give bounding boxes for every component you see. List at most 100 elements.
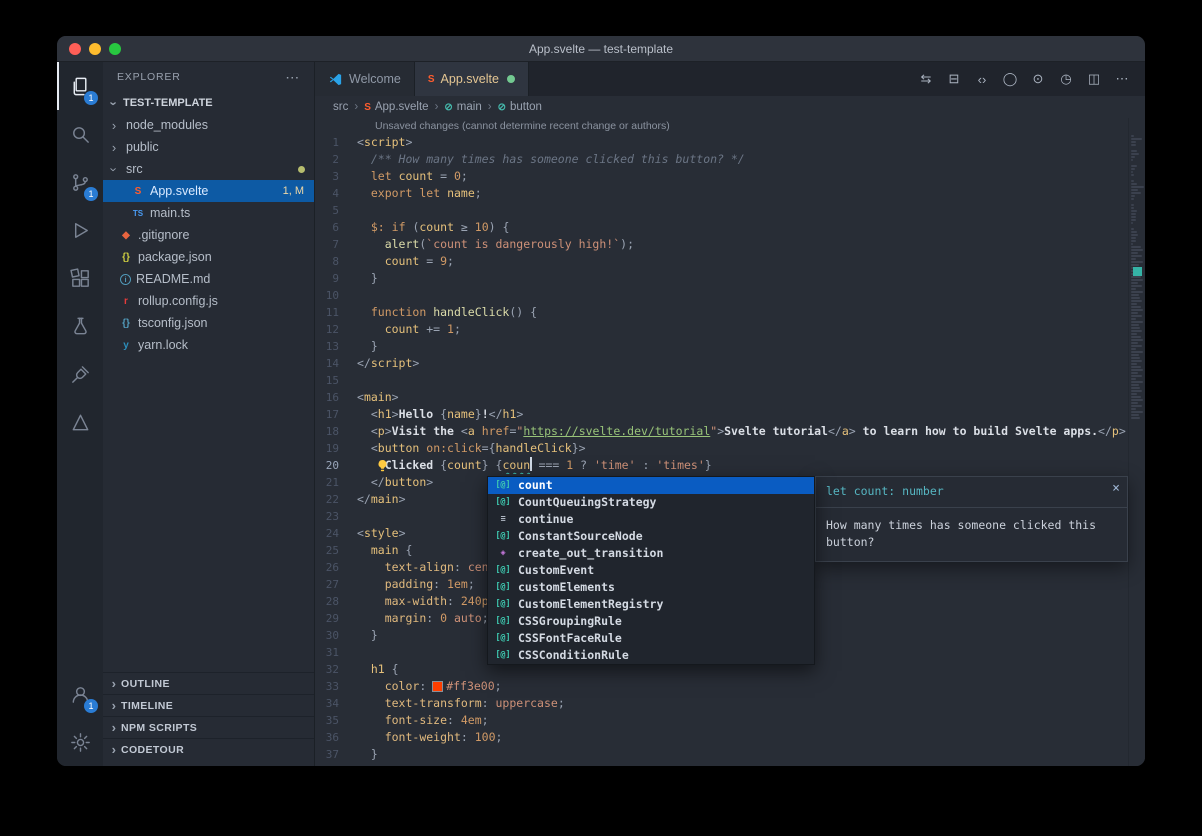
workspace-section-header[interactable]: › TEST-TEMPLATE — [103, 92, 314, 114]
editor-action-split-editor-icon[interactable]: ◫ — [1081, 71, 1107, 87]
tree-file-package-json[interactable]: {}package.json — [103, 246, 314, 268]
line-number[interactable]: 33 — [315, 678, 357, 695]
line-number[interactable]: 20 — [315, 457, 357, 474]
breadcrumb-button[interactable]: ⊘button — [498, 101, 542, 113]
code-line-11[interactable]: 11 function handleClick() { — [315, 304, 1145, 321]
suggestion-constantsourcenode[interactable]: [@]ConstantSourceNode — [488, 528, 814, 545]
code-line-5[interactable]: 5 — [315, 202, 1145, 219]
line-number[interactable]: 7 — [315, 236, 357, 253]
titlebar[interactable]: App.svelte — test-template — [57, 36, 1145, 62]
code-line-34[interactable]: 34 text-transform: uppercase; — [315, 695, 1145, 712]
line-number[interactable]: 3 — [315, 168, 357, 185]
activity-extensions-icon[interactable] — [57, 254, 103, 302]
editor-action-history-icon[interactable]: ◷ — [1053, 71, 1079, 87]
suggestion-customelementregistry[interactable]: [@]CustomElementRegistry — [488, 596, 814, 613]
code-line-1[interactable]: 1<script> — [315, 134, 1145, 151]
code-line-17[interactable]: 17 <h1>Hello {name}!</h1> — [315, 406, 1145, 423]
line-number[interactable]: 26 — [315, 559, 357, 576]
lightbulb-icon[interactable] — [377, 459, 388, 474]
line-number[interactable]: 23 — [315, 508, 357, 525]
code-line-35[interactable]: 35 font-size: 4em; — [315, 712, 1145, 729]
editor-action-code-brackets-icon[interactable]: ‹› — [969, 72, 995, 87]
code-line-16[interactable]: 16<main> — [315, 389, 1145, 406]
code-line-14[interactable]: 14</script> — [315, 355, 1145, 372]
breadcrumb-main[interactable]: ⊘main — [444, 101, 481, 113]
activity-settings-icon[interactable] — [57, 718, 103, 766]
line-number[interactable]: 21 — [315, 474, 357, 491]
zoom-window-button[interactable] — [109, 43, 121, 55]
code-line-6[interactable]: 6 $: if (count ≥ 10) { — [315, 219, 1145, 236]
editor-action-git-compare-icon[interactable]: ⇆ — [913, 71, 939, 87]
sidebar-panel-timeline[interactable]: ›TIMELINE — [103, 694, 314, 716]
tree-file-main-ts[interactable]: TSmain.ts — [103, 202, 314, 224]
close-icon[interactable]: × — [1112, 480, 1120, 497]
editor-action-open-changes-icon[interactable]: ⊟ — [941, 71, 967, 87]
line-number[interactable]: 22 — [315, 491, 357, 508]
explorer-more-actions-icon[interactable]: ⋯ — [285, 69, 300, 86]
code-line-18[interactable]: 18 <p>Visit the <a href="https://svelte.… — [315, 423, 1145, 440]
line-number[interactable]: 24 — [315, 525, 357, 542]
line-number[interactable]: 12 — [315, 321, 357, 338]
line-number[interactable]: 30 — [315, 627, 357, 644]
line-number[interactable]: 37 — [315, 746, 357, 763]
tree-file-yarn-lock[interactable]: yyarn.lock — [103, 334, 314, 356]
minimap[interactable] — [1128, 118, 1145, 766]
sidebar-panel-outline[interactable]: ›OUTLINE — [103, 672, 314, 694]
suggestion-customevent[interactable]: [@]CustomEvent — [488, 562, 814, 579]
tree-file-app-svelte[interactable]: SApp.svelte1, M — [103, 180, 314, 202]
line-number[interactable]: 19 — [315, 440, 357, 457]
activity-azure-icon[interactable] — [57, 398, 103, 446]
close-window-button[interactable] — [69, 43, 81, 55]
code-line-3[interactable]: 3 let count = 0; — [315, 168, 1145, 185]
line-number[interactable]: 1 — [315, 134, 357, 151]
line-number[interactable]: 11 — [315, 304, 357, 321]
sidebar-panel-npm-scripts[interactable]: ›NPM SCRIPTS — [103, 716, 314, 738]
activity-source-control-icon[interactable]: 1 — [57, 158, 103, 206]
editor-action-run-circle-icon[interactable]: ⊙ — [1025, 71, 1051, 87]
line-number[interactable]: 28 — [315, 593, 357, 610]
code-line-19[interactable]: 19 <button on:click={handleClick}> — [315, 440, 1145, 457]
line-number[interactable]: 10 — [315, 287, 357, 304]
breadcrumb-app-svelte[interactable]: SApp.svelte — [364, 101, 428, 113]
tree-file-gitignore[interactable]: ◆.gitignore — [103, 224, 314, 246]
line-number[interactable]: 16 — [315, 389, 357, 406]
activity-plug-icon[interactable] — [57, 350, 103, 398]
editor-action-circle-outline-icon[interactable]: ◯ — [997, 71, 1023, 87]
code-editor[interactable]: Unsaved changes (cannot determine recent… — [315, 118, 1145, 766]
code-line-37[interactable]: 37 } — [315, 746, 1145, 763]
code-line-10[interactable]: 10 — [315, 287, 1145, 304]
line-number[interactable]: 13 — [315, 338, 357, 355]
suggestion-cssconditionrule[interactable]: [@]CSSConditionRule — [488, 647, 814, 664]
tab-welcome[interactable]: Welcome — [315, 62, 415, 96]
line-number[interactable]: 35 — [315, 712, 357, 729]
tree-folder-public[interactable]: ›public — [103, 136, 314, 158]
editor-action-more-actions-icon[interactable]: ⋯ — [1109, 71, 1135, 87]
line-number[interactable]: 17 — [315, 406, 357, 423]
code-line-7[interactable]: 7 alert(`count is dangerously high!`); — [315, 236, 1145, 253]
suggestion-cssgroupingrule[interactable]: [@]CSSGroupingRule — [488, 613, 814, 630]
breadcrumb-src[interactable]: src — [333, 101, 348, 113]
line-number[interactable]: 9 — [315, 270, 357, 287]
activity-explorer-icon[interactable]: 1 — [57, 62, 103, 110]
tree-file-tsconfig-json[interactable]: {}tsconfig.json — [103, 312, 314, 334]
line-number[interactable]: 8 — [315, 253, 357, 270]
line-number[interactable]: 6 — [315, 219, 357, 236]
suggestion-countqueuingstrategy[interactable]: [@]CountQueuingStrategy — [488, 494, 814, 511]
line-number[interactable]: 14 — [315, 355, 357, 372]
tab-app-svelte[interactable]: SApp.svelte — [415, 62, 529, 96]
tree-file-readme-md[interactable]: iREADME.md — [103, 268, 314, 290]
line-number[interactable]: 36 — [315, 729, 357, 746]
code-line-33[interactable]: 33 color: #ff3e00; — [315, 678, 1145, 695]
line-number[interactable]: 27 — [315, 576, 357, 593]
line-number[interactable]: 25 — [315, 542, 357, 559]
suggestion-continue[interactable]: ≡continue — [488, 511, 814, 528]
line-number[interactable]: 29 — [315, 610, 357, 627]
line-number[interactable]: 32 — [315, 661, 357, 678]
line-number[interactable]: 34 — [315, 695, 357, 712]
code-line-20[interactable]: 20 Clicked {count} {coun === 1 ? 'time' … — [315, 457, 1145, 474]
line-number[interactable]: 4 — [315, 185, 357, 202]
activity-search-icon[interactable] — [57, 110, 103, 158]
code-line-9[interactable]: 9 } — [315, 270, 1145, 287]
code-line-13[interactable]: 13 } — [315, 338, 1145, 355]
activity-test-beaker-icon[interactable] — [57, 302, 103, 350]
